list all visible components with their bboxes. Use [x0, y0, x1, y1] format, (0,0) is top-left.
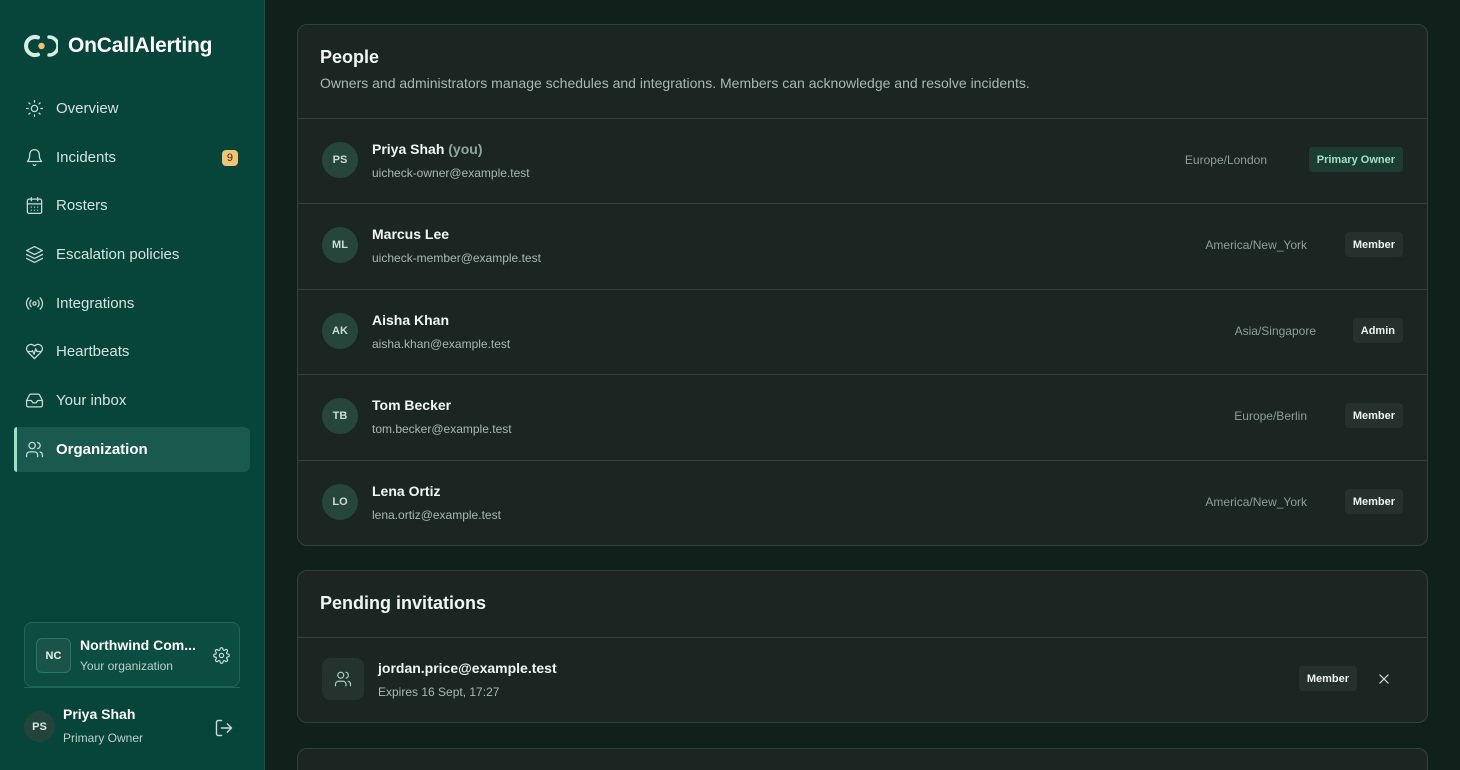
member-row: AK Aisha Khan aisha.khan@example.test As…	[298, 289, 1427, 374]
users-icon	[334, 671, 352, 687]
revoke-invitation-close-icon[interactable]	[1377, 672, 1391, 686]
brand[interactable]: OnCallAlerting	[24, 32, 212, 60]
app-name: OnCallAlerting	[68, 34, 213, 57]
avatar: AK	[322, 313, 358, 349]
member-row: PS Priya Shah (you) uicheck-owner@exampl…	[298, 118, 1427, 203]
sun-icon	[25, 99, 44, 118]
member-timezone: Asia/Singapore	[1234, 324, 1316, 338]
sidebar-item-escalation-policies[interactable]: Escalation policies	[14, 232, 250, 277]
member-email: lena.ortiz@example.test	[372, 508, 501, 522]
member-name: Aisha Khan	[372, 312, 450, 328]
avatar: ML	[322, 227, 358, 263]
people-title: People	[320, 47, 380, 67]
sidebar-item-label: Heartbeats	[56, 343, 130, 361]
member-row: TB Tom Becker tom.becker@example.test Eu…	[298, 374, 1427, 459]
gear-icon[interactable]	[213, 647, 230, 664]
sidebar-item-your-inbox[interactable]: Your inbox	[14, 378, 250, 423]
sidebar-item-overview[interactable]: Overview	[14, 86, 250, 131]
sidebar-nav: Overview Incidents 9 Rosters Escalation …	[14, 86, 250, 476]
member-row: LO Lena Ortiz lena.ortiz@example.test Am…	[298, 460, 1427, 545]
role-badge: Member	[1344, 232, 1403, 257]
user-name: Priya Shah	[63, 706, 136, 722]
avatar: LO	[322, 484, 358, 520]
role-badge: Member	[1344, 489, 1403, 514]
logo-icon	[24, 35, 58, 57]
avatar: PS	[322, 142, 358, 178]
sidebar-item-integrations[interactable]: Integrations	[14, 281, 250, 326]
users-icon	[25, 441, 44, 458]
sidebar-item-label: Escalation policies	[56, 246, 180, 264]
member-timezone: America/New_York	[1205, 495, 1307, 509]
organization-name: Northwind Com...	[80, 637, 196, 653]
user-avatar: PS	[24, 711, 55, 742]
broadcast-icon	[25, 296, 44, 310]
sidebar: OnCallAlerting Overview Incidents 9 Rost…	[0, 0, 265, 770]
organization-switcher[interactable]: NC Northwind Com... Your organization	[24, 622, 240, 687]
organization-subtitle: Your organization	[80, 659, 173, 673]
logout-icon[interactable]	[214, 718, 234, 738]
sidebar-item-heartbeats[interactable]: Heartbeats	[14, 329, 250, 374]
next-card	[297, 748, 1428, 770]
invitation-email: jordan.price@example.test	[378, 660, 557, 676]
sidebar-item-rosters[interactable]: Rosters	[14, 183, 250, 228]
member-timezone: Europe/London	[1184, 153, 1267, 167]
member-email: tom.becker@example.test	[372, 422, 512, 436]
organization-avatar: NC	[36, 638, 71, 673]
sidebar-item-label: Incidents	[56, 148, 117, 166]
people-card: People Owners and administrators manage …	[297, 24, 1428, 546]
invitation-expiry: Expires 16 Sept, 17:27	[378, 685, 500, 699]
member-email: uicheck-member@example.test	[372, 251, 541, 265]
sidebar-item-label: Rosters	[56, 197, 108, 215]
user-role: Primary Owner	[63, 731, 144, 745]
heart-pulse-icon	[25, 344, 44, 360]
avatar: TB	[322, 398, 358, 434]
role-badge: Member	[1298, 666, 1357, 691]
role-badge: Primary Owner	[1308, 147, 1403, 172]
sidebar-item-label: Overview	[56, 100, 119, 117]
member-name: Lena Ortiz	[372, 483, 441, 499]
role-badge: Member	[1344, 403, 1403, 428]
member-name: Tom Becker	[372, 397, 452, 413]
sidebar-item-label: Integrations	[56, 294, 135, 312]
sidebar-item-label: Your inbox	[56, 392, 127, 410]
pending-invitations-card: Pending invitations jordan.price@example…	[297, 570, 1428, 723]
member-timezone: America/New_York	[1205, 238, 1307, 252]
people-description: Owners and administrators manage schedul…	[320, 75, 1030, 91]
sidebar-item-organization[interactable]: Organization	[14, 426, 250, 472]
role-badge: Admin	[1352, 318, 1403, 343]
member-email: aisha.khan@example.test	[372, 337, 511, 351]
member-row: ML Marcus Lee uicheck-member@example.tes…	[298, 203, 1427, 288]
member-email: uicheck-owner@example.test	[372, 166, 530, 180]
inbox-icon	[25, 393, 44, 408]
invite-avatar	[322, 658, 364, 700]
you-indicator: (you)	[448, 141, 483, 157]
member-name-line: Priya Shah (you)	[372, 141, 482, 157]
sidebar-item-label: Organization	[56, 440, 148, 458]
sidebar-item-incidents[interactable]: Incidents 9	[14, 135, 250, 180]
member-name: Priya Shah	[372, 141, 445, 157]
incidents-count-badge: 9	[221, 149, 238, 166]
layers-icon	[25, 246, 44, 264]
sidebar-divider	[24, 687, 240, 688]
bell-icon	[26, 148, 43, 166]
calendar-icon	[26, 197, 43, 215]
invitation-row: jordan.price@example.test Expires 16 Sep…	[298, 637, 1427, 722]
member-timezone: Europe/Berlin	[1234, 409, 1307, 423]
member-name: Marcus Lee	[372, 226, 450, 242]
invitations-title: Pending invitations	[320, 593, 487, 613]
